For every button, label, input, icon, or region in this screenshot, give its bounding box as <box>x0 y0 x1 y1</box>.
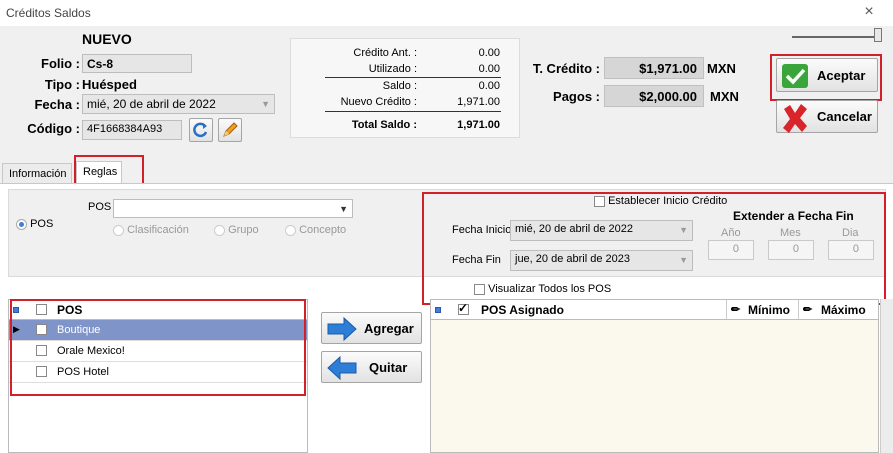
summary-label: Utilizado : <box>368 63 417 75</box>
refresh-button[interactable] <box>189 118 213 142</box>
credit-dates-highlight <box>422 192 886 305</box>
zoom-slider-thumb[interactable] <box>874 28 882 42</box>
radio-selected-icon <box>16 218 27 230</box>
total-saldo-label: Total Saldo : <box>351 119 417 131</box>
pos-grid-highlight <box>10 299 306 396</box>
summary-label: Crédito Ant. : <box>353 47 417 59</box>
status-title: NUEVO <box>82 31 132 47</box>
arrow-right-icon <box>327 316 357 342</box>
edit-button[interactable] <box>218 118 242 142</box>
radio-grupo-label: Grupo <box>228 224 259 236</box>
tipo-value: Huésped <box>82 77 137 92</box>
radio-clasificacion[interactable]: Clasificación <box>113 224 189 236</box>
pos-asignado-header: POS Asignado <box>481 303 564 317</box>
checkmark-icon <box>782 64 808 88</box>
radio-pos[interactable]: POS <box>16 218 53 230</box>
agregar-label: Agregar <box>364 321 414 336</box>
summary-value: 0.00 <box>478 47 500 59</box>
radio-grupo[interactable]: Grupo <box>214 224 259 236</box>
summary-value: 0.00 <box>478 63 500 75</box>
t-credito-field: $1,971.00 <box>604 57 704 79</box>
summary-label: Nuevo Crédito : <box>340 96 417 108</box>
pagos-currency: MXN <box>710 89 739 104</box>
grid-options-icon[interactable] <box>435 307 441 313</box>
balance-summary: Crédito Ant. : 0.00 Utilizado : 0.00 Sal… <box>290 38 520 138</box>
column-divider <box>726 300 727 319</box>
fecha-label: Fecha : <box>34 97 80 112</box>
codigo-field[interactable]: 4F1668384A93 <box>82 120 182 140</box>
quitar-button[interactable]: Quitar <box>321 351 422 383</box>
tab-informacion[interactable]: Información <box>2 163 72 184</box>
refresh-icon <box>193 122 208 138</box>
minimo-header: Mínimo <box>748 303 790 317</box>
pencil-icon: ✏ <box>731 304 741 316</box>
checkmark-icon: ✓ <box>458 301 469 315</box>
summary-label: Saldo : <box>382 80 417 92</box>
pencil-icon: ✏ <box>803 304 813 316</box>
radio-icon <box>113 224 124 236</box>
summary-value: 0.00 <box>478 80 500 92</box>
arrow-left-icon <box>327 355 357 381</box>
summary-divider <box>325 77 501 78</box>
radio-icon <box>214 224 225 236</box>
cancel-label: Cancelar <box>817 109 872 124</box>
accept-label: Aceptar <box>817 68 866 83</box>
agregar-button[interactable]: Agregar <box>321 312 422 344</box>
total-saldo-value: 1,971.00 <box>457 119 500 131</box>
window-title: Créditos Saldos <box>6 6 91 20</box>
pos-filter-label: POS <box>88 201 112 213</box>
title-bar <box>0 0 893 26</box>
summary-value: 1,971.00 <box>457 96 500 108</box>
zoom-slider-track[interactable] <box>792 36 882 38</box>
tipo-label: Tipo : <box>44 77 80 92</box>
chevron-down-icon: ▼ <box>339 204 348 214</box>
accept-button[interactable]: Aceptar <box>776 58 878 92</box>
quitar-label: Quitar <box>369 360 408 375</box>
close-button[interactable]: × <box>858 3 880 23</box>
assigned-pos-grid: ✓ POS Asignado ✏ Mínimo ✏ Máximo <box>430 299 879 453</box>
codigo-label: Código : <box>27 121 80 136</box>
radio-icon <box>285 224 296 236</box>
folio-field[interactable]: Cs-8 <box>82 54 192 73</box>
pagos-label: Pagos : <box>553 89 600 104</box>
red-x-icon <box>783 104 807 133</box>
cancel-button[interactable]: Cancelar <box>776 100 878 133</box>
assigned-grid-header: ✓ POS Asignado ✏ Mínimo ✏ Máximo <box>431 300 878 320</box>
pencil-icon <box>223 122 238 137</box>
pagos-field: $2,000.00 <box>604 85 704 107</box>
fecha-dropdown[interactable]: mié, 20 de abril de 2022 ▼ <box>82 94 275 114</box>
radio-pos-label: POS <box>30 218 54 230</box>
chevron-down-icon: ▼ <box>261 99 270 109</box>
maximo-header: Máximo <box>821 303 866 317</box>
folio-label: Folio : <box>41 56 80 71</box>
radio-concepto-label: Concepto <box>299 224 347 236</box>
radio-concepto[interactable]: Concepto <box>285 224 346 236</box>
summary-divider <box>325 111 501 112</box>
t-credito-label: T. Crédito : <box>532 61 600 76</box>
column-divider <box>798 300 799 319</box>
t-credito-currency: MXN <box>707 61 736 76</box>
vertical-scrollbar[interactable] <box>880 299 893 453</box>
pos-dropdown[interactable]: ▼ <box>113 199 353 218</box>
fecha-value: mié, 20 de abril de 2022 <box>87 97 216 111</box>
radio-clasificacion-label: Clasificación <box>127 224 189 236</box>
